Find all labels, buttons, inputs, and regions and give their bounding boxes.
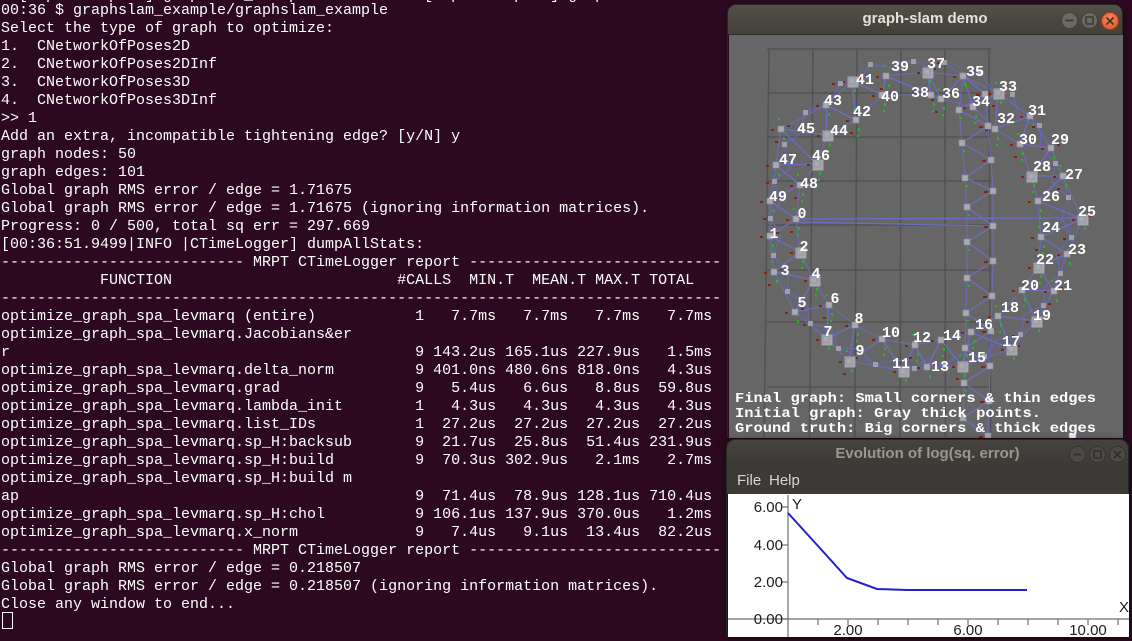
svg-text:21: 21 [1054,278,1072,295]
svg-text:16: 16 [975,317,993,334]
svg-text:4.00: 4.00 [754,537,783,554]
svg-text:10: 10 [882,325,900,342]
svg-text:39: 39 [891,59,909,76]
svg-text:22: 22 [1036,252,1054,269]
svg-text:36: 36 [942,86,960,103]
svg-text:5: 5 [797,295,806,312]
svg-text:0: 0 [797,206,806,223]
svg-text:34: 34 [972,94,990,111]
svg-text:2.00: 2.00 [833,622,862,637]
svg-text:23: 23 [1068,242,1086,259]
svg-text:42: 42 [853,104,871,121]
svg-text:6.00: 6.00 [953,622,982,637]
svg-text:Ground truth: Big corners & th: Ground truth: Big corners & thick edges [735,421,1096,437]
svg-text:31: 31 [1028,103,1046,120]
svg-text:8: 8 [854,311,863,328]
svg-text:47: 47 [779,152,797,169]
svg-text:7: 7 [823,324,832,341]
svg-text:1: 1 [769,226,778,243]
svg-text:6: 6 [830,291,839,308]
svg-text:19: 19 [1033,308,1051,325]
svg-text:37: 37 [927,56,945,73]
svg-text:15: 15 [968,350,986,367]
svg-text:17: 17 [1002,334,1020,351]
svg-text:29: 29 [1051,132,1069,149]
svg-text:43: 43 [824,93,842,110]
svg-text:49: 49 [769,189,787,206]
svg-text:Initial graph: Gray thick poin: Initial graph: Gray thick points. [735,406,1041,422]
svg-text:41: 41 [856,72,874,89]
svg-text:18: 18 [1001,300,1019,317]
svg-text:28: 28 [1033,159,1051,176]
svg-text:14: 14 [943,328,961,345]
svg-text:12: 12 [913,330,931,347]
svg-text:2: 2 [799,239,808,256]
svg-text:Final graph: Small corners & t: Final graph: Small corners & thin edges [735,391,1096,407]
svg-text:32: 32 [997,111,1015,128]
svg-text:26: 26 [1042,189,1060,206]
svg-text:10.00: 10.00 [1069,622,1107,637]
svg-text:0.00: 0.00 [754,611,783,628]
svg-text:30: 30 [1019,132,1037,149]
svg-text:40: 40 [881,89,899,106]
svg-text:X: X [1119,599,1129,616]
svg-text:44: 44 [830,123,848,140]
svg-text:24: 24 [1042,220,1060,237]
svg-text:27: 27 [1065,167,1083,184]
svg-text:11: 11 [892,356,910,373]
svg-text:4: 4 [811,266,820,283]
svg-text:46: 46 [812,148,830,165]
svg-text:38: 38 [911,85,929,102]
svg-text:Y: Y [792,496,802,513]
svg-text:6.00: 6.00 [754,499,783,516]
svg-text:48: 48 [800,176,818,193]
svg-text:3: 3 [780,263,789,280]
svg-text:25: 25 [1078,204,1096,221]
svg-text:9: 9 [855,343,864,360]
svg-text:20: 20 [1021,278,1039,295]
svg-text:13: 13 [931,359,949,376]
svg-text:33: 33 [999,79,1017,96]
svg-text:2.00: 2.00 [754,574,783,591]
svg-text:45: 45 [797,121,815,138]
svg-text:35: 35 [966,64,984,81]
